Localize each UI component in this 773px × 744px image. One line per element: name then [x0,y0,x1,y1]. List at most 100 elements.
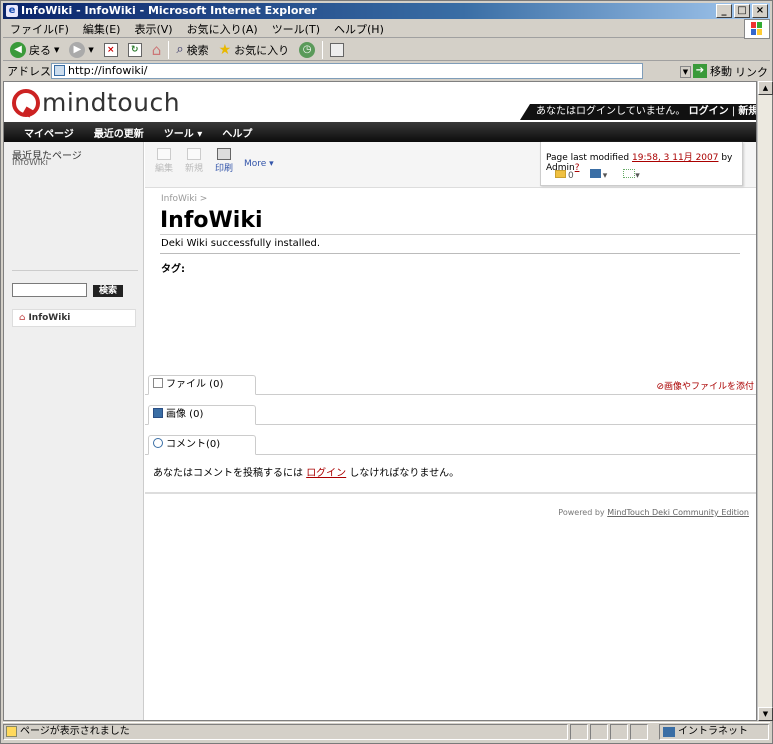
home-icon: ⌂ [19,313,26,323]
menu-edit[interactable]: 編集(E) [76,21,128,37]
toolbar-separator [322,40,324,59]
toolbar: ◀ 戻る ▼ ▶ ▼ × ↻ ⌂ ⌕ 検索 ★ お気に入り ◷ [3,39,770,61]
new-page-button[interactable]: 新規 [185,148,203,174]
status-pane [630,724,648,740]
address-dropdown-icon[interactable]: ▼ [680,66,691,78]
divider [12,270,138,271]
stop-button[interactable]: × [101,42,121,57]
status-pane [590,724,608,740]
sidebar-item-infowiki[interactable]: ⌂ InfoWiki [12,309,136,327]
new-page-icon [187,148,201,160]
back-button[interactable]: ◀ 戻る ▼ [7,41,62,58]
search-label: 検索 [186,43,209,57]
refresh-button[interactable]: ↻ [125,42,145,57]
divider [160,234,756,235]
window-title: InfoWiki - InfoWiki - Microsoft Internet… [21,4,317,17]
favorites-label: お気に入り [234,43,290,57]
related-menu[interactable]: ▾ [623,169,640,181]
sidebar-search-button[interactable]: 検索 [93,285,123,297]
book-icon [589,169,601,178]
image-icon [153,408,163,418]
tab-comments[interactable]: コメント(0) [148,435,256,455]
go-arrow-icon: ➔ [693,64,707,78]
browser-window: e InfoWiki - InfoWiki - Microsoft Intern… [0,0,773,744]
files-section: ファイル (0) ⊘画像やファイルを添付 [145,375,756,395]
nav-tools[interactable]: ツール ▾ [164,125,203,140]
status-pane [610,724,628,740]
site-nav: マイページ 最近の更新 ツール ▾ ヘルプ [4,122,756,142]
chevron-down-icon: ▼ [54,45,60,54]
print-toolbar-button[interactable] [327,42,347,57]
logo-mark-icon [12,88,40,117]
forward-arrow-icon: ▶ [69,41,86,58]
page-title: InfoWiki [160,208,263,233]
folder-icon [555,169,566,178]
refresh-icon: ↻ [127,42,142,57]
ie-icon: e [6,5,18,17]
pencil-icon [157,148,171,160]
login-link[interactable]: ログイン [689,106,729,117]
nav-help[interactable]: ヘルプ [222,125,252,140]
comment-login-link[interactable]: ログイン [306,468,346,479]
menu-help[interactable]: ヘルプ(H) [327,21,391,37]
scroll-up-icon[interactable]: ▲ [758,81,773,95]
images-section: 画像 (0) [145,405,756,425]
page-info-box: Page last modified 19:58, 3 11月 2007 by … [540,142,743,186]
home-button[interactable]: ⌂ [149,41,165,59]
new-label: 新規 [185,164,204,174]
go-button[interactable]: ➔ 移動 [693,63,732,79]
search-icon: ⌕ [176,42,184,57]
menu-favorites[interactable]: お気に入り(A) [180,21,265,37]
logo-text: mindtouch [42,88,181,117]
contents-menu[interactable]: ▾ [589,169,607,181]
register-link[interactable]: 新規登録 [738,106,756,117]
address-bar: アドレス(D) http://infowiki/ ▼ ➔ 移動 リンク » [3,62,770,93]
maximize-button[interactable]: □ [734,4,750,18]
history-icon: ◷ [299,41,316,58]
toolbar-separator [168,40,170,59]
search-button[interactable]: ⌕ 検索 [173,42,211,58]
menu-bar: ファイル(F) 編集(E) 表示(V) お気に入り(A) ツール(T) ヘルプ(… [3,20,770,38]
files-count[interactable]: 0 [555,169,574,181]
sidebar-item-label: InfoWiki [28,313,71,323]
vertical-scrollbar[interactable]: ▲ ▼ [757,81,773,721]
go-label: 移動 [710,65,732,78]
more-menu[interactable]: More ▾ [244,159,274,169]
sidebar-search-input[interactable] [12,283,87,297]
forward-button[interactable]: ▶ ▼ [66,41,96,58]
attach-file-link[interactable]: ⊘画像やファイルを添付 [656,379,754,392]
menu-tools[interactable]: ツール(T) [265,21,327,37]
edit-button[interactable]: 編集 [155,148,173,174]
scroll-down-icon[interactable]: ▼ [758,707,773,721]
edit-label: 編集 [155,164,174,174]
nav-mypage[interactable]: マイページ [24,125,74,140]
nav-recent-changes[interactable]: 最近の更新 [94,125,144,140]
security-zone: イントラネット [659,724,769,740]
address-input[interactable]: http://infowiki/ ▼ [51,63,691,79]
recent-page-link[interactable]: InfoWiki [12,158,48,168]
status-text-pane: ページが表示されました [3,724,568,740]
menu-view[interactable]: 表示(V) [127,21,179,37]
breadcrumb[interactable]: InfoWiki > [161,194,207,204]
mindtouch-logo[interactable]: mindtouch [12,88,180,117]
tab-images[interactable]: 画像 (0) [148,405,256,425]
print-button[interactable]: 印刷 [215,148,233,174]
close-button[interactable]: × [752,4,768,18]
sidebar: 最近見たページ InfoWiki 検索 ⌂ InfoWiki [4,142,144,720]
comments-section: コメント(0) [145,435,756,455]
back-arrow-icon: ◀ [10,41,26,58]
address-url: http://infowiki/ [68,64,148,77]
minimize-button[interactable]: _ [716,4,732,18]
menu-file[interactable]: ファイル(F) [3,21,76,37]
favorites-button[interactable]: ★ お気に入り [216,42,293,58]
powered-by: Powered by MindTouch Deki Community Edit… [558,508,749,517]
modified-time-link[interactable]: 19:58, 3 11月 2007 [632,153,718,163]
divider [160,253,740,254]
intranet-icon [663,727,675,737]
page-viewport: mindtouch あなたはログインしていません。 ログイン | 新規登録 マイ… [3,81,757,721]
history-button[interactable]: ◷ [296,41,318,58]
page-done-icon [6,726,17,737]
tab-files[interactable]: ファイル (0) [148,375,256,395]
zone-label: イントラネット [678,726,748,737]
powered-by-link[interactable]: MindTouch Deki Community Edition [607,508,749,517]
